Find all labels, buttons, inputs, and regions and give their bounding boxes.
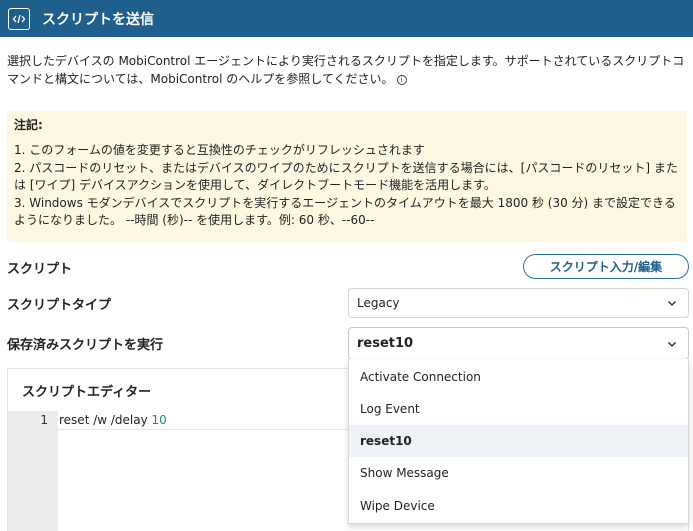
line-number: 1: [40, 413, 48, 427]
saved-script-select[interactable]: reset10: [348, 327, 689, 360]
line-gutter: [8, 411, 58, 531]
script-type-value: Legacy: [357, 296, 400, 310]
dropdown-option[interactable]: Show Message: [349, 457, 688, 489]
saved-script-dropdown: Activate Connection Log Event reset10 Sh…: [348, 359, 689, 524]
edit-script-button[interactable]: スクリプト入力/編集: [523, 254, 689, 279]
script-label: スクリプト: [7, 262, 73, 277]
code-line[interactable]: reset /w /delay 10: [59, 413, 167, 427]
note-item: 3. Windows モダンデバイスでスクリプトを実行するエージェントのタイムア…: [14, 196, 676, 227]
dropdown-option[interactable]: Wipe Device: [349, 490, 688, 522]
script-type-select[interactable]: Legacy: [348, 288, 689, 318]
saved-script-value: reset10: [357, 336, 414, 351]
saved-script-label: 保存済みスクリプトを実行: [7, 338, 164, 353]
chevron-down-icon: [667, 300, 677, 307]
info-icon[interactable]: i: [396, 75, 407, 85]
script-code-icon: [8, 7, 30, 30]
script-type-label: スクリプトタイプ: [7, 298, 112, 313]
editor-title: スクリプトエディター: [22, 385, 152, 400]
dropdown-option[interactable]: Activate Connection: [349, 361, 688, 393]
code-number: 10: [151, 413, 167, 427]
note-title: 注記:: [14, 118, 43, 132]
note-item: 2. パスコードのリセット、またはデバイスのワイプのためにスクリプトを送信する場…: [14, 161, 678, 192]
description: 選択したデバイスの MobiControl エージェントにより実行されるスクリプ…: [7, 52, 687, 88]
dialog-header: スクリプトを送信: [0, 0, 693, 37]
dialog-title: スクリプトを送信: [42, 11, 154, 28]
description-text: 選択したデバイスの MobiControl エージェントにより実行されるスクリプ…: [7, 54, 685, 86]
note-item: 1. このフォームの値を変更すると互換性のチェックがリフレッシュされます: [14, 143, 425, 157]
code-text: reset /w /delay: [59, 413, 152, 427]
dropdown-option[interactable]: Log Event: [349, 393, 688, 425]
dropdown-option-selected[interactable]: reset10: [349, 425, 688, 457]
note-box: 注記: 1. このフォームの値を変更すると互換性のチェックがリフレッシュされます…: [7, 111, 687, 242]
chevron-down-icon: [667, 341, 677, 348]
